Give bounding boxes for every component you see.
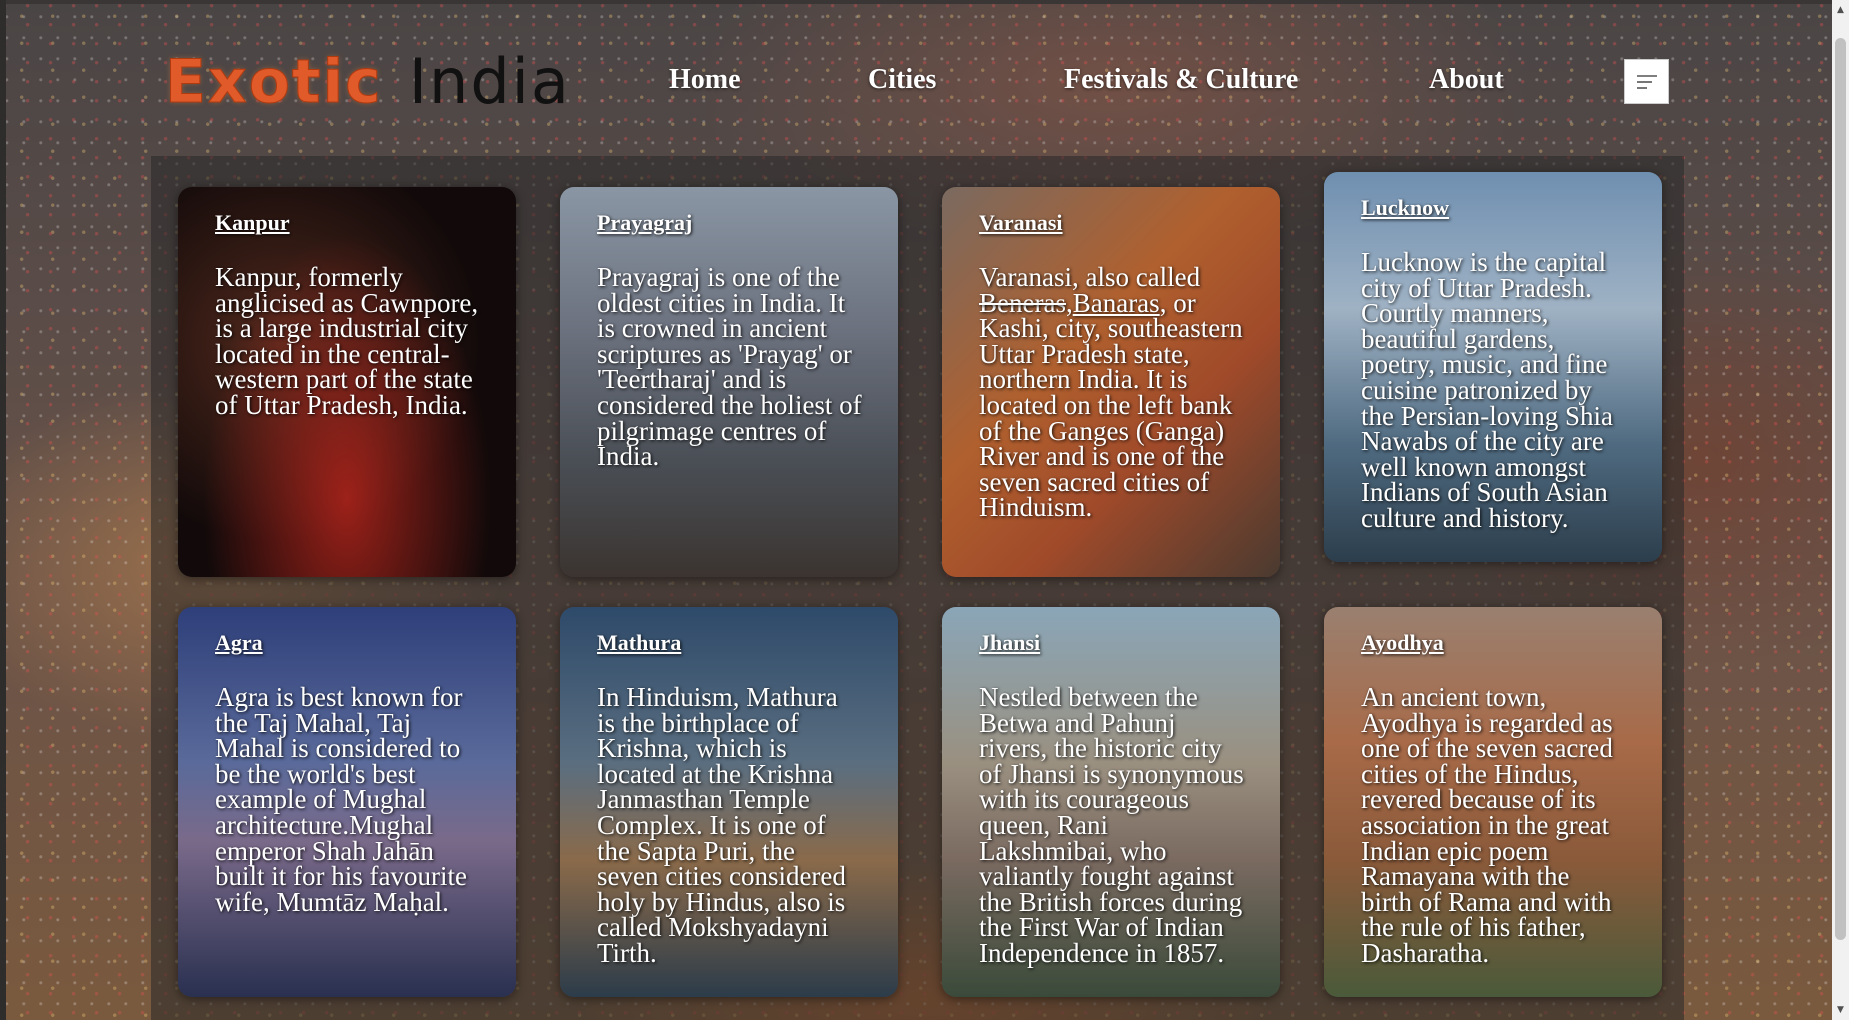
nav-festivals-link[interactable]: Festivals & Culture	[1064, 58, 1298, 102]
city-desc-kanpur: Kanpur, formerly anglicised as Cawnpore,…	[215, 262, 479, 420]
city-title-lucknow[interactable]: Lucknow	[1361, 194, 1449, 222]
city-desc-ayodhya: An ancient town, Ayodhya is regarded as …	[1361, 682, 1613, 968]
city-desc-lucknow: Lucknow is the capital city of Uttar Pra…	[1361, 247, 1613, 533]
city-desc-varanasi: Varanasi, also called Beneras,Banaras, o…	[979, 264, 1244, 523]
city-card-lucknow[interactable]: Lucknow Lucknow is the capital city of U…	[1324, 172, 1662, 562]
city-card-jhansi[interactable]: Jhansi Nestled between the Betwa and Pah…	[942, 607, 1280, 997]
city-desc-mathura: In Hinduism, Mathura is the birthplace o…	[597, 682, 846, 968]
city-card-agra[interactable]: Agra Agra is best known for the Taj Maha…	[178, 607, 516, 997]
main-nav: Home Cities Festivals & Culture About	[0, 58, 1849, 102]
city-desc-prayagraj: Prayagraj is one of the oldest cities in…	[597, 262, 862, 472]
city-card-kanpur[interactable]: Kanpur Kanpur, formerly anglicised as Ca…	[178, 187, 516, 577]
city-title-ayodhya[interactable]: Ayodhya	[1361, 629, 1444, 657]
city-title-kanpur[interactable]: Kanpur	[215, 209, 290, 237]
city-title-agra[interactable]: Agra	[215, 629, 263, 657]
chevron-down-icon[interactable]: ▼	[1835, 1004, 1846, 1016]
city-title-prayagraj[interactable]: Prayagraj	[597, 209, 692, 237]
menu-button[interactable]	[1624, 59, 1669, 104]
city-card-ayodhya[interactable]: Ayodhya An ancient town, Ayodhya is rega…	[1324, 607, 1662, 997]
page-scrollbar[interactable]: ▲ ▼	[1832, 0, 1849, 1020]
varanasi-desc-post: , or Kashi, city, southeastern Uttar Pra…	[979, 287, 1243, 523]
city-card-varanasi[interactable]: Varanasi Varanasi, also called Beneras,B…	[942, 187, 1280, 577]
window-frame-left	[0, 0, 6, 1020]
menu-lines-icon	[1636, 74, 1657, 89]
window-frame-top	[0, 0, 1849, 4]
cities-panel: Kanpur Kanpur, formerly anglicised as Ca…	[151, 156, 1684, 1020]
city-desc-jhansi: Nestled between the Betwa and Pahunj riv…	[979, 682, 1244, 968]
nav-cities-link[interactable]: Cities	[868, 58, 936, 102]
city-title-mathura[interactable]: Mathura	[597, 629, 681, 657]
scrollbar-thumb[interactable]	[1835, 38, 1846, 940]
chevron-up-icon[interactable]: ▲	[1835, 4, 1846, 16]
city-card-mathura[interactable]: Mathura In Hinduism, Mathura is the birt…	[560, 607, 898, 997]
city-desc-agra: Agra is best known for the Taj Mahal, Ta…	[215, 682, 467, 917]
nav-home-link[interactable]: Home	[669, 58, 741, 102]
city-card-prayagraj[interactable]: Prayagraj Prayagraj is one of the oldest…	[560, 187, 898, 577]
nav-about-link[interactable]: About	[1429, 58, 1504, 102]
city-title-jhansi[interactable]: Jhansi	[979, 629, 1040, 657]
city-title-varanasi[interactable]: Varanasi	[979, 209, 1063, 237]
page: { "logo": { "part1": "Exotic", "part2": …	[0, 0, 1849, 1020]
